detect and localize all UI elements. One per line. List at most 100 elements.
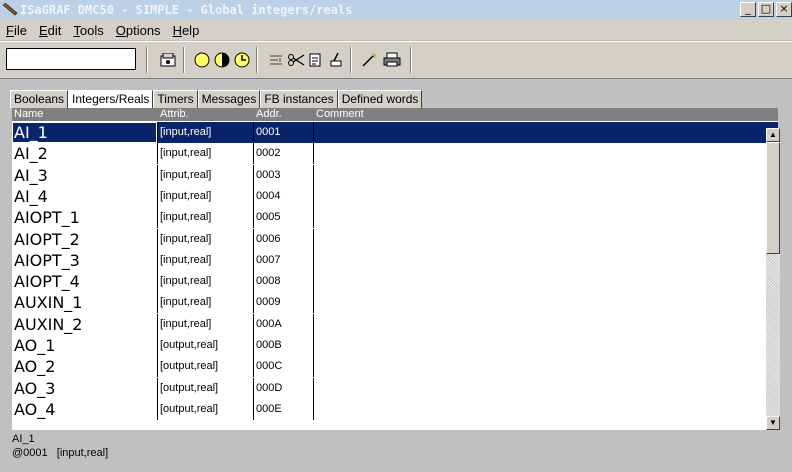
align-icon[interactable] bbox=[266, 50, 286, 70]
menu-edit[interactable]: Edit bbox=[39, 23, 61, 38]
cell-name[interactable]: AO_3 bbox=[12, 377, 158, 399]
minimize-button[interactable]: _ bbox=[740, 2, 756, 17]
table-row[interactable]: AO_2 [output,real] 000C bbox=[12, 356, 778, 378]
cell-addr[interactable]: 0009 bbox=[254, 292, 314, 314]
cell-attrib[interactable]: [output,real] bbox=[158, 356, 254, 378]
circle-yellow-icon[interactable] bbox=[192, 50, 212, 70]
cell-attrib[interactable]: [input,real] bbox=[158, 185, 254, 207]
table-row[interactable]: AI_4 [input,real] 0004 bbox=[12, 185, 778, 207]
cell-attrib[interactable]: [input,real] bbox=[158, 249, 254, 271]
open-icon[interactable] bbox=[158, 50, 178, 70]
table-row[interactable]: AO_1 [output,real] 000B bbox=[12, 335, 778, 356]
table-row[interactable]: AIOPT_2 [input,real] 0006 bbox=[12, 228, 778, 250]
cut-icon[interactable] bbox=[286, 50, 306, 70]
cell-addr[interactable]: 0001 bbox=[254, 122, 314, 143]
cell-addr[interactable]: 000A bbox=[254, 313, 314, 335]
circle-half-icon[interactable] bbox=[212, 50, 232, 70]
clock-icon[interactable] bbox=[232, 50, 252, 70]
cell-attrib[interactable]: [output,real] bbox=[158, 335, 254, 356]
cell-name[interactable]: AI_1 bbox=[12, 122, 158, 143]
cell-attrib[interactable]: [input,real] bbox=[158, 207, 254, 229]
scroll-down-button[interactable]: ▼ bbox=[766, 416, 780, 430]
menu-file[interactable]: File bbox=[6, 23, 27, 38]
maximize-button[interactable]: □ bbox=[758, 2, 774, 17]
cell-name[interactable]: AIOPT_4 bbox=[12, 271, 158, 293]
cell-attrib[interactable]: [input,real] bbox=[158, 271, 254, 293]
table-row[interactable]: AUXIN_1 [input,real] 0009 bbox=[12, 292, 778, 314]
cell-comment[interactable] bbox=[314, 186, 778, 207]
vertical-scrollbar[interactable]: ▲ ▼ bbox=[766, 128, 780, 430]
toolbar-search-input[interactable] bbox=[6, 48, 136, 70]
cell-addr[interactable]: 0007 bbox=[254, 249, 314, 271]
table-row[interactable]: AIOPT_4 [input,real] 0008 bbox=[12, 271, 778, 293]
cell-attrib[interactable]: [input,real] bbox=[158, 228, 254, 250]
title-bar[interactable]: ISaGRAF DMC50 - SIMPLE - Global integers… bbox=[0, 0, 792, 20]
cell-name[interactable]: AIOPT_3 bbox=[12, 249, 158, 271]
table-row[interactable]: AO_4 [output,real] 000E bbox=[12, 398, 778, 420]
cell-comment[interactable] bbox=[314, 229, 778, 250]
cell-comment[interactable] bbox=[314, 335, 778, 356]
cell-comment[interactable] bbox=[314, 250, 778, 271]
tab-booleans[interactable]: Booleans bbox=[10, 90, 69, 108]
close-button[interactable]: × bbox=[776, 2, 792, 17]
cell-attrib[interactable]: [input,real] bbox=[158, 164, 254, 186]
cell-addr[interactable]: 000D bbox=[254, 377, 314, 399]
cell-addr[interactable]: 0005 bbox=[254, 207, 314, 229]
menu-help[interactable]: Help bbox=[173, 23, 200, 38]
cell-addr[interactable]: 000C bbox=[254, 356, 314, 378]
cell-comment[interactable] bbox=[314, 292, 778, 313]
cell-name[interactable]: AI_2 bbox=[12, 143, 158, 165]
table-row[interactable]: AO_3 [output,real] 000D bbox=[12, 377, 778, 399]
cell-comment[interactable] bbox=[314, 271, 778, 292]
cell-name[interactable]: AO_4 bbox=[12, 398, 158, 420]
cell-comment[interactable] bbox=[314, 378, 778, 399]
scroll-up-button[interactable]: ▲ bbox=[766, 128, 780, 142]
cell-attrib[interactable]: [input,real] bbox=[158, 122, 254, 143]
tab-defined-words[interactable]: Defined words bbox=[337, 90, 423, 108]
cell-addr[interactable]: 0008 bbox=[254, 271, 314, 293]
tab-messages[interactable]: Messages bbox=[197, 90, 261, 108]
column-header-attrib[interactable]: Attrib. bbox=[158, 108, 189, 121]
table-row[interactable]: AIOPT_1 [input,real] 0005 bbox=[12, 207, 778, 229]
cell-attrib[interactable]: [output,real] bbox=[158, 377, 254, 399]
cell-addr[interactable]: 0003 bbox=[254, 164, 314, 186]
cell-addr[interactable]: 0002 bbox=[254, 143, 314, 165]
scroll-track[interactable] bbox=[766, 142, 780, 416]
table-row[interactable]: AI_1 [input,real] 0001 bbox=[12, 122, 778, 143]
cell-name[interactable]: AO_2 bbox=[12, 356, 158, 378]
cell-name[interactable]: AI_4 bbox=[12, 185, 158, 207]
cell-attrib[interactable]: [input,real] bbox=[158, 143, 254, 165]
cell-name[interactable]: AI_3 bbox=[12, 164, 158, 186]
cell-attrib[interactable]: [input,real] bbox=[158, 292, 254, 314]
table-row[interactable]: AIOPT_3 [input,real] 0007 bbox=[12, 249, 778, 271]
scroll-thumb[interactable] bbox=[766, 142, 780, 254]
paste-icon[interactable] bbox=[326, 50, 346, 70]
wand-icon[interactable] bbox=[360, 50, 380, 70]
cell-name[interactable]: AUXIN_1 bbox=[12, 292, 158, 314]
menu-tools[interactable]: Tools bbox=[73, 23, 103, 38]
cell-comment[interactable] bbox=[314, 356, 778, 377]
table-row[interactable]: AI_2 [input,real] 0002 bbox=[12, 143, 778, 165]
column-header-addr[interactable]: Addr. bbox=[254, 108, 282, 121]
column-header-comment[interactable]: Comment bbox=[314, 108, 364, 121]
cell-addr[interactable]: 000B bbox=[254, 335, 314, 356]
cell-comment[interactable] bbox=[314, 165, 778, 186]
tab-fb-instances[interactable]: FB instances bbox=[260, 90, 338, 108]
cell-comment[interactable] bbox=[314, 314, 778, 335]
table-row[interactable]: AUXIN_2 [input,real] 000A bbox=[12, 313, 778, 335]
tab-integers-reals[interactable]: Integers/Reals bbox=[68, 90, 154, 108]
print-icon[interactable] bbox=[382, 50, 402, 70]
cell-name[interactable]: AIOPT_2 bbox=[12, 228, 158, 250]
cell-name[interactable]: AO_1 bbox=[12, 335, 158, 356]
cell-comment[interactable] bbox=[314, 399, 778, 420]
menu-options[interactable]: Options bbox=[116, 23, 161, 38]
table-row[interactable]: AI_3 [input,real] 0003 bbox=[12, 164, 778, 186]
cell-addr[interactable]: 0006 bbox=[254, 228, 314, 250]
tab-timers[interactable]: Timers bbox=[153, 90, 198, 108]
cell-comment[interactable] bbox=[314, 122, 778, 143]
cell-attrib[interactable]: [output,real] bbox=[158, 398, 254, 420]
cell-comment[interactable] bbox=[314, 143, 778, 164]
cell-comment[interactable] bbox=[314, 207, 778, 228]
cell-name[interactable]: AUXIN_2 bbox=[12, 313, 158, 335]
cell-addr[interactable]: 0004 bbox=[254, 185, 314, 207]
